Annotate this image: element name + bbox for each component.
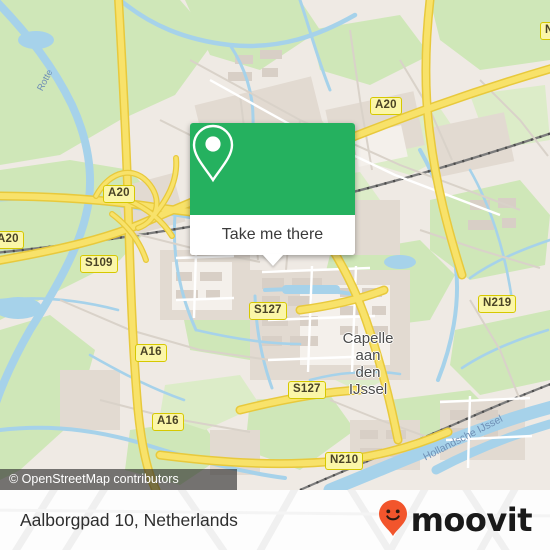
map-canvas[interactable]: Rotte Hollandsche IJssel Capelle aan den… — [0, 0, 550, 490]
popup-action-area[interactable]: Take me there — [190, 215, 355, 266]
road-shield-n210[interactable]: N210 — [325, 452, 364, 470]
osm-attribution[interactable]: © OpenStreetMap contributors — [0, 469, 237, 490]
road-shield-n219[interactable]: N219 — [478, 295, 517, 313]
road-shield-a16[interactable]: A16 — [152, 413, 184, 431]
take-me-there-label: Take me there — [221, 226, 324, 243]
moovit-wordmark: moovit — [410, 501, 533, 539]
road-shield-a20[interactable]: A20 — [0, 231, 24, 249]
road-shield-s127[interactable]: S127 — [249, 302, 287, 320]
road-shield-a16[interactable]: A16 — [135, 344, 167, 362]
popup-tail-arrow — [261, 254, 284, 266]
location-popup-card[interactable]: Take me there — [190, 123, 355, 266]
road-shield-s127[interactable]: S127 — [288, 381, 326, 399]
road-shield-s109[interactable]: S109 — [80, 255, 118, 273]
road-shield-a20[interactable]: A20 — [103, 185, 135, 203]
moovit-map-screenshot: Rotte Hollandsche IJssel Capelle aan den… — [0, 0, 550, 550]
moovit-brand[interactable]: moovit — [378, 490, 533, 550]
road-shield-a20[interactable]: A20 — [370, 97, 402, 115]
footer-bar: Aalborgpad 10, Netherlands moovit — [0, 490, 550, 550]
popup-pin-area — [190, 123, 355, 215]
location-title: Aalborgpad 10, Netherlands — [20, 509, 238, 530]
place-label-capelle-aan-den-ijssel: Capelle aan den IJssel — [342, 330, 394, 398]
moovit-smiley-pin-icon — [378, 499, 408, 542]
road-shield-cutoff[interactable]: N — [540, 22, 550, 40]
